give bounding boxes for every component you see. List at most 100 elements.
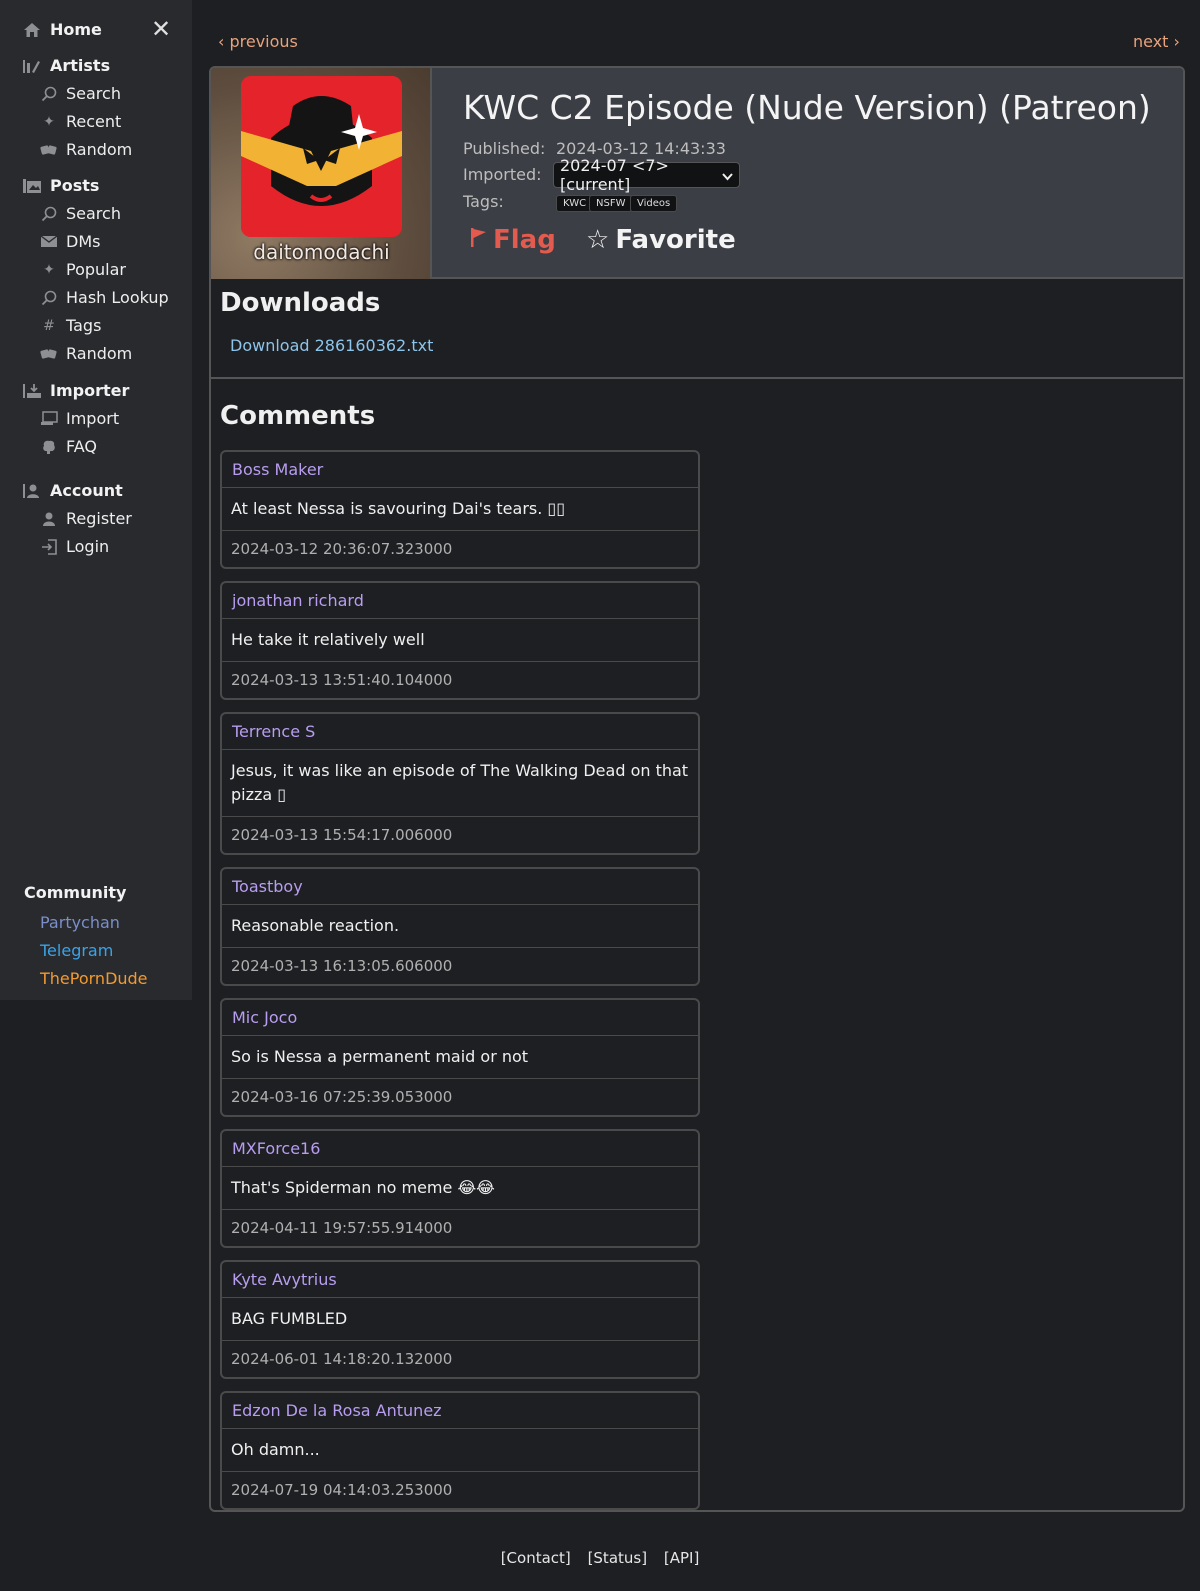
comment-date: 2024-03-13 16:13:05.606000 [231,957,453,975]
imported-select[interactable]: 2024-07 <7> [current] [553,156,740,194]
comment: Edzon De la Rosa Antunez Oh damn... 2024… [220,1391,700,1510]
sidebar-item-account-register[interactable]: Register [40,509,132,528]
dice-icon [40,345,58,363]
sidebar-section-account[interactable]: Account [22,481,123,500]
search-icon [40,85,58,103]
next-link[interactable]: next › [1133,32,1180,51]
hash-icon: # [43,317,55,334]
favorite-label: Favorite [615,225,736,255]
sidebar-section-account-label: Account [50,481,123,500]
comment: Toastboy Reasonable reaction. 2024-03-13… [220,867,700,986]
sidebar-item-posts-hash-lookup[interactable]: Hash Lookup [40,288,169,307]
comment-text: So is Nessa a permanent maid or not [222,1036,698,1079]
sidebar-item-label: Register [66,509,132,528]
community-link-partychan[interactable]: Partychan [40,913,120,932]
comment: Mic Joco So is Nessa a permanent maid or… [220,998,700,1117]
sidebar: Home ✕ Artists Search ✦ Recent Random Po… [0,0,192,1000]
comment: Terrence S Jesus, it was like an episode… [220,712,700,855]
comment-text: Oh damn... [222,1429,698,1472]
sidebar-item-posts-tags[interactable]: # Tags [40,316,101,335]
register-icon [40,510,58,528]
divider [211,377,1183,379]
tag-videos[interactable]: Videos [630,195,678,212]
comment-author[interactable]: Mic Joco [222,1000,698,1036]
tag-kwc[interactable]: KWC [556,195,594,212]
comment: Kyte Avytrius BAG FUMBLED 2024-06-01 14:… [220,1260,700,1379]
published-label: Published: [463,139,546,158]
sidebar-item-label: Import [66,409,120,428]
sidebar-item-label: Recent [66,112,122,131]
sidebar-item-artists-recent[interactable]: ✦ Recent [40,112,121,131]
comment-author[interactable]: Toastboy [222,869,698,905]
comment-date: 2024-03-12 20:36:07.323000 [231,540,453,558]
comment: MXForce16 That's Spiderman no meme 😂😂 20… [220,1129,700,1248]
tag-nsfw[interactable]: NSFW [589,195,633,212]
imported-select-value: 2024-07 <7> [current] [560,156,669,194]
login-icon [40,538,58,556]
sidebar-section-posts-label: Posts [50,176,100,195]
chevron-down-icon [722,166,733,185]
sidebar-item-label: Hash Lookup [66,288,169,307]
sidebar-item-importer-import[interactable]: Import [40,409,119,428]
footer-status-link[interactable]: [Status] [588,1549,648,1567]
posts-icon [22,177,42,195]
comments-heading: Comments [220,401,376,431]
footer-api-link[interactable]: [API] [664,1549,699,1567]
sidebar-item-label: FAQ [66,437,97,456]
comment-text: At least Nessa is savouring Dai's tears.… [222,488,698,531]
close-icon[interactable]: ✕ [150,17,172,41]
sidebar-item-posts-random[interactable]: Random [40,344,132,363]
artist-avatar-box[interactable]: daitomodachi [211,68,432,279]
sidebar-section-importer-label: Importer [50,381,130,400]
sidebar-section-importer[interactable]: Importer [22,381,129,400]
sidebar-item-label: Popular [66,260,126,279]
sidebar-item-label: DMs [66,232,101,251]
download-link[interactable]: Download 286160362.txt [230,336,433,355]
sidebar-home[interactable]: Home [22,20,102,39]
comment-date: 2024-06-01 14:18:20.132000 [231,1350,453,1368]
post-header: daitomodachi KWC C2 Episode (Nude Versio… [211,68,1183,279]
home-icon [22,21,42,39]
sparkle-icon: ✦ [43,113,55,130]
previous-link[interactable]: ‹ previous [218,32,298,51]
search-icon [40,205,58,223]
comment-date: 2024-04-11 19:57:55.914000 [231,1219,453,1237]
sidebar-item-importer-faq[interactable]: FAQ [40,437,97,456]
sidebar-home-label: Home [50,20,102,39]
community-link-theporndude[interactable]: ThePornDude [40,969,148,988]
dice-icon [40,141,58,159]
sparkle-icon: ✦ [43,261,55,278]
flag-label: Flag [493,225,556,255]
comment-date: 2024-03-13 15:54:17.006000 [231,826,453,844]
sidebar-item-posts-search[interactable]: Search [40,204,121,223]
sidebar-item-label: Login [66,537,110,556]
sidebar-item-artists-search[interactable]: Search [40,84,121,103]
comment: jonathan richard He take it relatively w… [220,581,700,700]
sidebar-item-posts-dms[interactable]: DMs [40,232,100,251]
sidebar-section-artists[interactable]: Artists [22,56,110,75]
comment-text: BAG FUMBLED [222,1298,698,1341]
sidebar-item-label: Random [66,344,133,363]
imported-label: Imported: [463,165,542,184]
brain-icon [40,438,58,456]
sidebar-section-posts[interactable]: Posts [22,176,99,195]
comment-text: That's Spiderman no meme 😂😂 [222,1167,698,1210]
footer-contact-link[interactable]: [Contact] [501,1549,571,1567]
comment-text: Jesus, it was like an episode of The Wal… [222,750,698,817]
sidebar-item-posts-popular[interactable]: ✦ Popular [40,260,126,279]
comment-author[interactable]: MXForce16 [222,1131,698,1167]
comment-author[interactable]: Kyte Avytrius [222,1262,698,1298]
comment-author[interactable]: Edzon De la Rosa Antunez [222,1393,698,1429]
tags-label: Tags: [463,192,504,211]
comment-author[interactable]: Boss Maker [222,452,698,488]
comment-author[interactable]: jonathan richard [222,583,698,619]
flag-button[interactable]: Flag [469,225,556,255]
favorite-button[interactable]: ☆ Favorite [586,225,736,255]
avatar [241,76,402,237]
sidebar-item-label: Random [66,140,133,159]
community-link-telegram[interactable]: Telegram [40,941,113,960]
sidebar-item-account-login[interactable]: Login [40,537,109,556]
artist-name[interactable]: daitomodachi [211,240,430,264]
sidebar-item-artists-random[interactable]: Random [40,140,132,159]
comment-author[interactable]: Terrence S [222,714,698,750]
